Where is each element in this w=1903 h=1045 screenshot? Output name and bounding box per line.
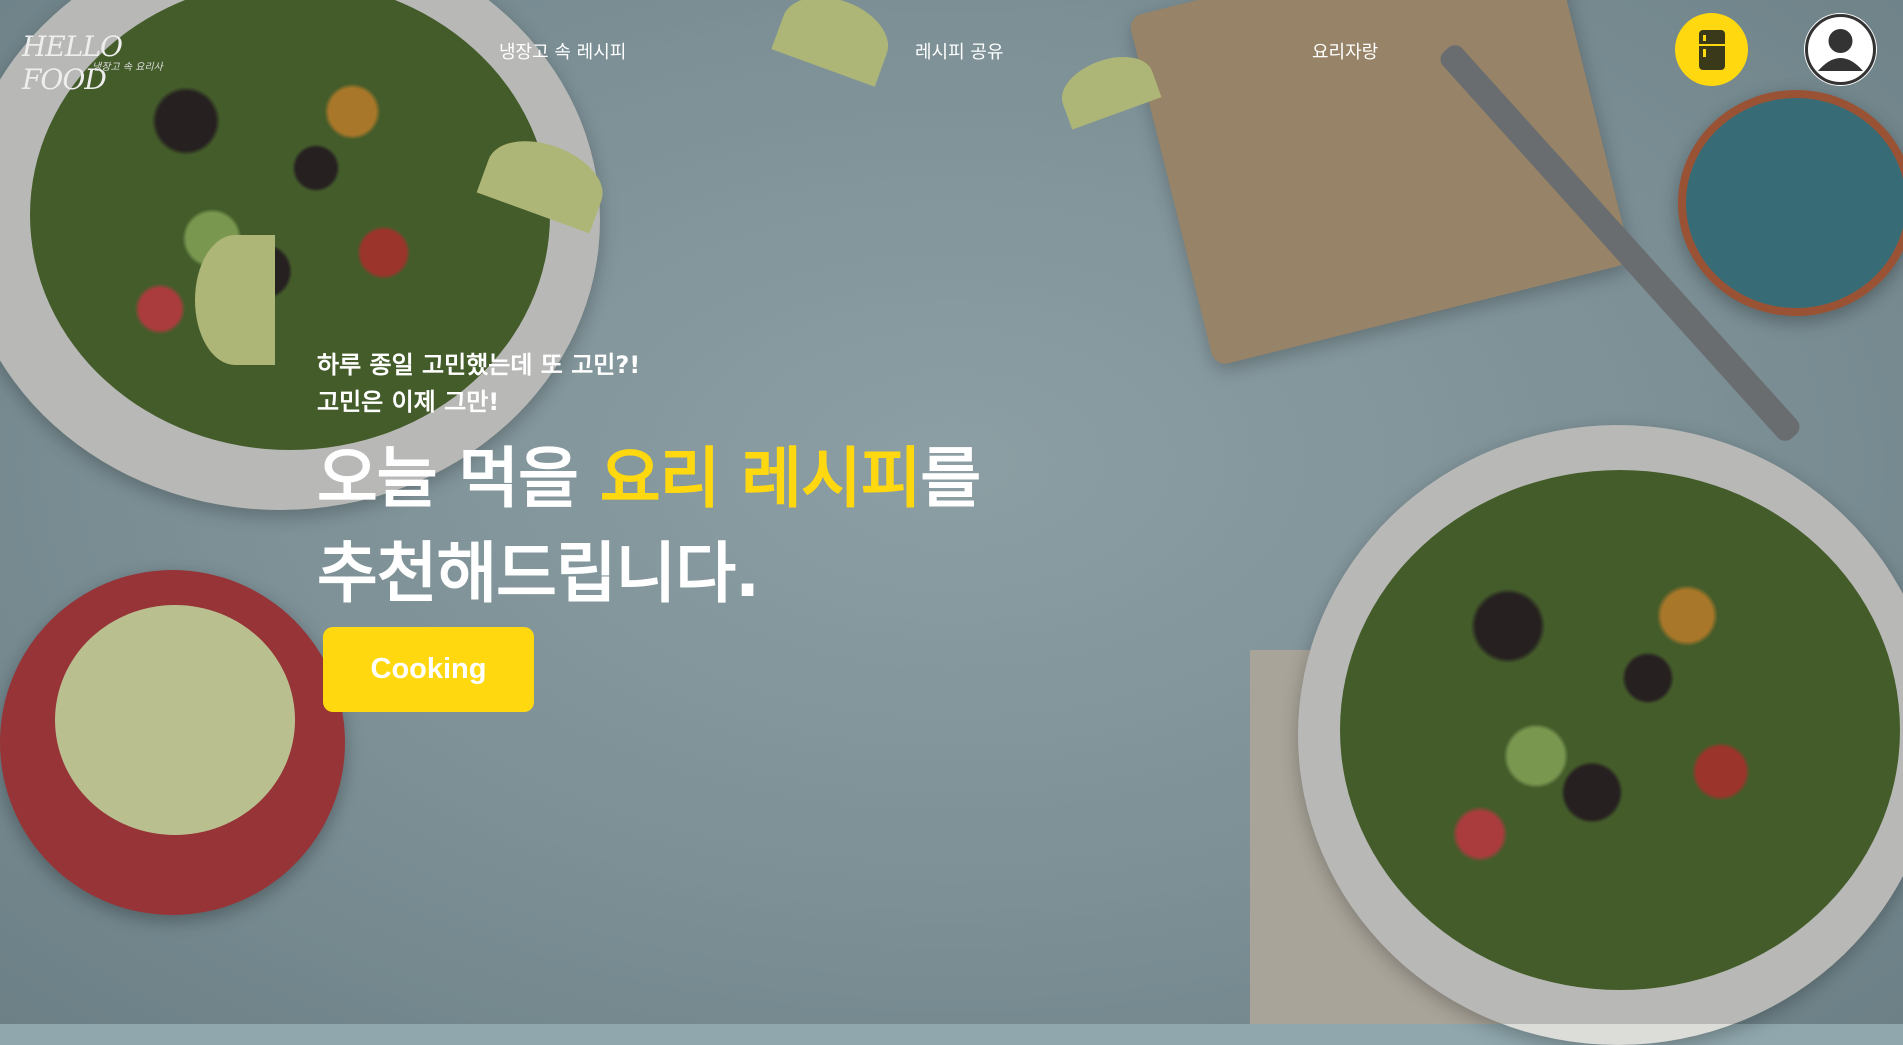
logo[interactable]: HELLO FOOD 냉장고 속 요리사 xyxy=(22,30,182,96)
nav-fridge-recipes[interactable]: 냉장고 속 레시피 xyxy=(499,38,626,64)
hero-tagline-2: 고민은 이제 그만! xyxy=(317,388,500,416)
nav-cooking-showoff[interactable]: 요리자랑 xyxy=(1312,38,1378,64)
profile-button[interactable] xyxy=(1804,13,1877,86)
headline-highlight: 요리 레시피 xyxy=(599,440,922,517)
fridge-icon xyxy=(1698,29,1725,70)
headline-part1: 오늘 먹을 xyxy=(317,440,600,517)
hero-headline-line1: 오늘 먹을 요리 레시피를 xyxy=(317,425,981,521)
hero-headline-line2: 추천해드립니다. xyxy=(317,535,760,612)
fridge-button[interactable] xyxy=(1675,13,1748,86)
user-icon xyxy=(1805,14,1876,85)
headline-part2: 를 xyxy=(920,440,981,517)
hero-tagline-1: 하루 종일 고민했는데 또 고민?! xyxy=(317,351,641,379)
cooking-button[interactable]: Cooking xyxy=(323,627,534,712)
logo-subtext: 냉장고 속 요리사 xyxy=(92,62,163,73)
nav-recipe-share[interactable]: 레시피 공유 xyxy=(915,38,1004,64)
